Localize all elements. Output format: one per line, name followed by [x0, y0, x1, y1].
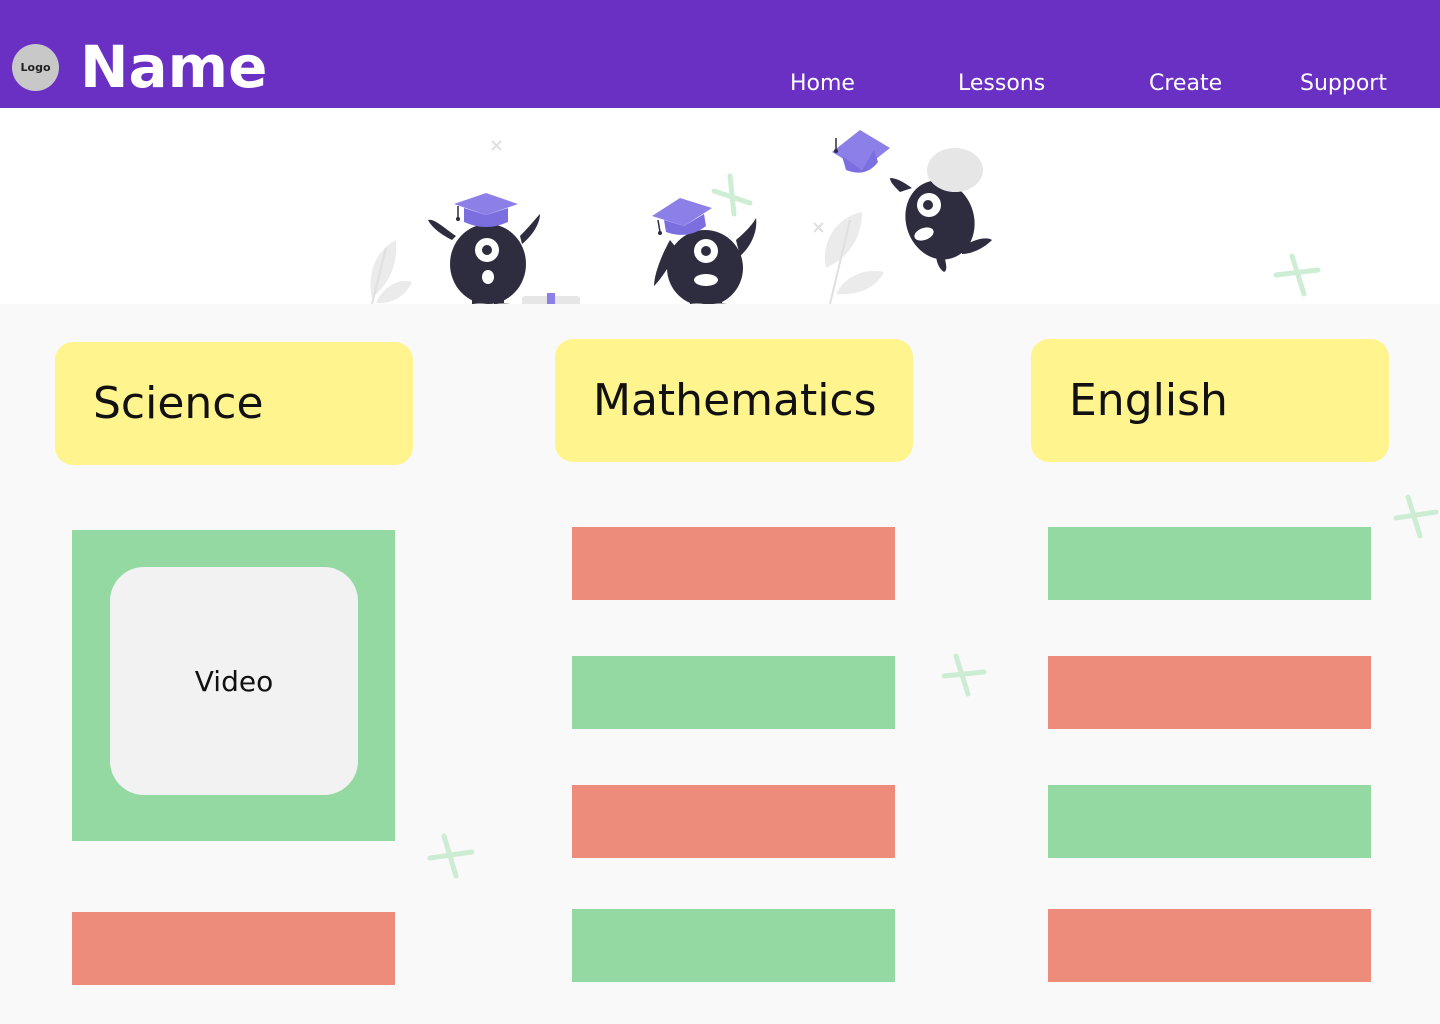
english-lesson-tile-2[interactable] [1048, 656, 1371, 729]
nav-create[interactable]: Create [1149, 70, 1222, 98]
english-lesson-tile-1[interactable] [1048, 527, 1371, 600]
science-video-card: Video [72, 530, 395, 841]
math-lesson-tile-2[interactable] [572, 656, 895, 729]
english-lesson-tile-4[interactable] [1048, 909, 1371, 982]
graduation-cap-icon [454, 193, 518, 227]
logo[interactable]: Logo [12, 44, 59, 91]
subject-card-english[interactable]: English [1031, 339, 1389, 462]
nav-support[interactable]: Support [1300, 70, 1387, 98]
hero-banner [0, 108, 1440, 304]
subject-title: English [1069, 375, 1228, 426]
leaf-icon [824, 212, 884, 304]
math-lesson-tile-3[interactable] [572, 785, 895, 858]
subject-title: Mathematics [593, 375, 877, 426]
video-label: Video [194, 664, 274, 698]
graduation-cap-icon [832, 130, 890, 173]
graduation-cap-icon [652, 198, 712, 235]
science-lesson-tile[interactable] [72, 912, 395, 985]
leaf-icon [370, 240, 412, 304]
math-lesson-tile-4[interactable] [572, 909, 895, 982]
subject-card-science[interactable]: Science [55, 342, 413, 465]
math-lesson-tile-1[interactable] [572, 527, 895, 600]
diploma-icon [522, 293, 580, 304]
graduation-illustration [370, 130, 992, 304]
subject-card-mathematics[interactable]: Mathematics [555, 339, 913, 462]
video-player[interactable]: Video [110, 567, 358, 795]
top-navbar: Logo Name Home Lessons Create Support [0, 0, 1440, 108]
brand-name[interactable]: Name [80, 28, 267, 106]
subject-title: Science [93, 378, 264, 429]
nav-lessons[interactable]: Lessons [958, 70, 1045, 98]
nav-home[interactable]: Home [790, 70, 855, 98]
sparkle-icon [491, 140, 824, 233]
english-lesson-tile-3[interactable] [1048, 785, 1371, 858]
